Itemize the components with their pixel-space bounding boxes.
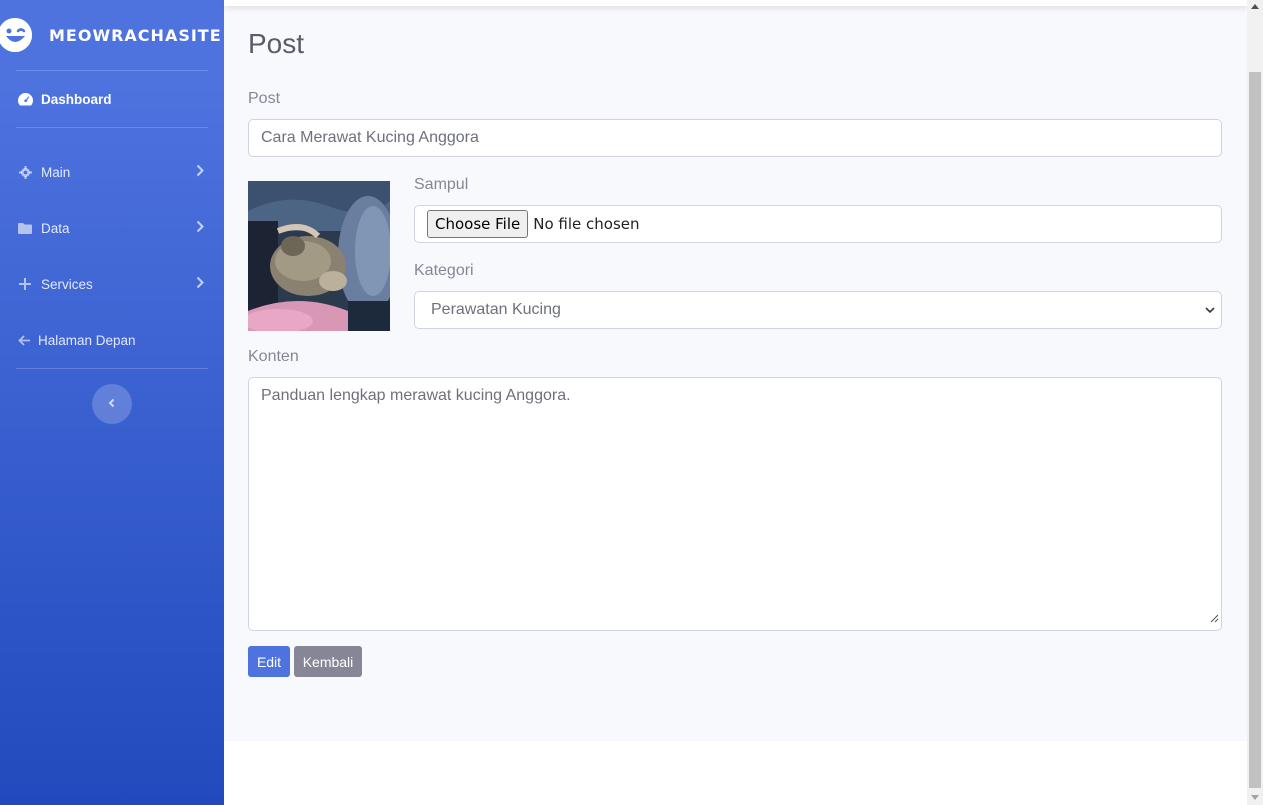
arrow-left-icon (16, 332, 32, 348)
topbar (224, 0, 1247, 6)
choose-file-button[interactable]: Choose File (427, 210, 529, 238)
post-title-value: Cara Merawat Kucing Anggora (261, 129, 479, 146)
sidebar-item-dashboard[interactable]: Dashboard (0, 71, 224, 127)
scroll-thumb[interactable] (1249, 72, 1261, 788)
cover-image (248, 181, 390, 331)
sidebar-divider (16, 368, 208, 369)
sidebar-item-label: Halaman Depan (38, 332, 136, 348)
chevron-left-icon (108, 395, 116, 413)
gear-icon (17, 164, 33, 180)
sidebar-item-data[interactable]: Data (0, 200, 224, 256)
main-content: Post Post Cara Merawat Kucing Anggora Sa… (224, 0, 1247, 741)
post-title-input[interactable]: Cara Merawat Kucing Anggora (248, 119, 1222, 157)
tachometer-icon (17, 91, 33, 107)
brand-name: MEOWRACHASITE (49, 25, 222, 45)
laugh-wink-icon (0, 18, 32, 52)
sampul-label: Sampul (414, 176, 469, 193)
konten-textarea[interactable]: Panduan lengkap merawat kucing Anggora. (248, 377, 1222, 631)
plus-icon (17, 276, 33, 292)
scroll-up-icon[interactable] (1251, 4, 1259, 9)
sidebar-toggle-button[interactable] (92, 384, 132, 424)
chevron-right-icon (196, 164, 204, 180)
page-scrollbar[interactable] (1247, 0, 1263, 805)
edit-button[interactable]: Edit (248, 646, 290, 677)
konten-label: Konten (248, 348, 299, 365)
kategori-select[interactable]: Perawatan Kucing (414, 291, 1222, 329)
chevron-right-icon (196, 220, 204, 236)
scroll-down-icon[interactable] (1251, 795, 1259, 800)
sidebar-brand[interactable]: MEOWRACHASITE (0, 0, 224, 70)
kategori-selected-value: Perawatan Kucing (431, 301, 561, 318)
chevron-down-icon (1205, 301, 1215, 319)
sidebar-item-services[interactable]: Services (0, 256, 224, 312)
sidebar-item-label: Services (41, 276, 93, 292)
post-label: Post (248, 90, 281, 107)
file-status: No file chosen (533, 215, 640, 233)
sidebar-item-label: Dashboard (41, 91, 112, 107)
konten-value: Panduan lengkap merawat kucing Anggora. (261, 387, 571, 404)
folder-icon (17, 220, 33, 236)
page-title: Post (248, 28, 305, 59)
cover-file-input[interactable]: Choose File No file chosen (414, 205, 1222, 243)
sidebar-item-label: Main (41, 164, 71, 180)
sidebar-item-halaman-depan[interactable]: Halaman Depan (0, 312, 224, 368)
sidebar: MEOWRACHASITE Dashboard Main Data Servic… (0, 0, 224, 805)
back-button[interactable]: Kembali (294, 646, 362, 677)
resize-handle-icon[interactable] (1210, 610, 1219, 628)
chevron-right-icon (196, 276, 204, 292)
sidebar-item-label: Data (41, 220, 70, 236)
sidebar-item-main[interactable]: Main (0, 144, 224, 200)
kategori-label: Kategori (414, 262, 474, 279)
